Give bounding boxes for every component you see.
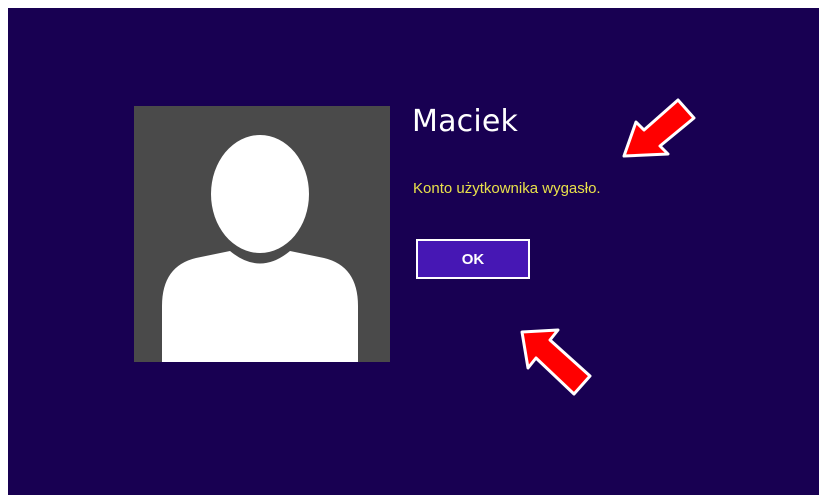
user-silhouette-icon [162, 135, 358, 362]
user-avatar [134, 106, 390, 362]
lock-screen: Maciek Konto użytkownika wygasło. OK [8, 8, 819, 495]
red-arrow-icon [622, 98, 696, 158]
user-name: Maciek [412, 104, 519, 139]
red-arrow-icon [520, 328, 592, 396]
account-expired-message: Konto użytkownika wygasło. [413, 180, 601, 197]
ok-button-label: OK [461, 250, 485, 268]
ok-button[interactable]: OK [416, 239, 530, 279]
